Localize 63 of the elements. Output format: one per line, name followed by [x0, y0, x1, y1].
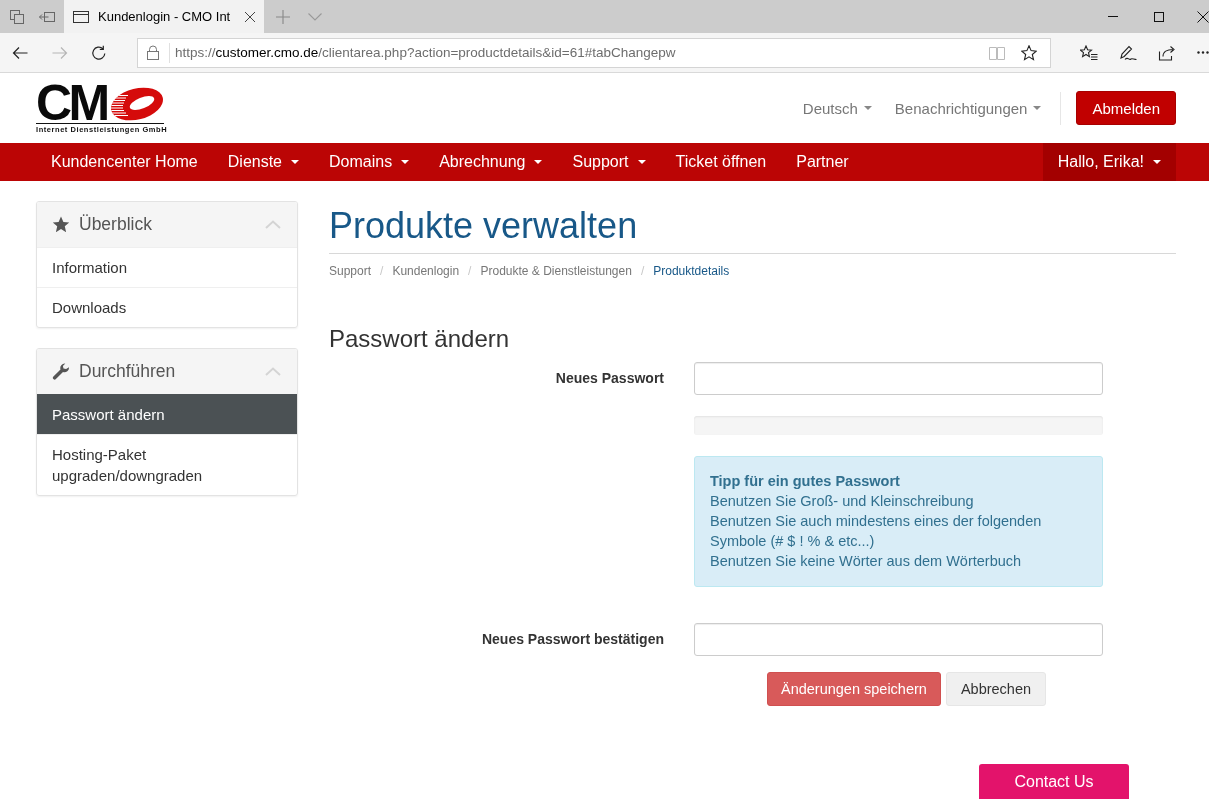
- tab-preview-icon[interactable]: [9, 8, 25, 25]
- tip-text: Benutzen Sie auch mindestens eines der folgenden Symbole (# $ ! % & etc...): [710, 512, 1043, 551]
- caret-icon: [1153, 160, 1161, 164]
- header-dropdown[interactable]: Deutsch: [802, 99, 872, 117]
- account-menu[interactable]: Hallo, Erika!: [1042, 143, 1176, 181]
- confirm-password-field[interactable]: [694, 623, 1103, 656]
- sidebar-item[interactable]: Passwort ändern: [37, 394, 297, 434]
- sidebar-item[interactable]: Downloads: [37, 287, 297, 327]
- maximize-icon[interactable]: [1154, 11, 1164, 22]
- field-label: Neues Passwort: [554, 369, 664, 388]
- panel-heading[interactable]: Durchführen: [37, 349, 297, 394]
- page-icon: [73, 8, 89, 25]
- more-dots-icon[interactable]: [1197, 51, 1209, 54]
- lock-icon: [147, 45, 159, 60]
- page-title: Produkte verwalten: [329, 206, 1176, 254]
- caret-icon: [534, 160, 543, 164]
- sidebar-item[interactable]: Hosting-Paket upgraden/downgraden: [37, 434, 297, 495]
- breadcrumb-separator: /: [639, 263, 646, 279]
- sidebar-item[interactable]: Information: [37, 247, 297, 287]
- password-field[interactable]: [694, 362, 1103, 395]
- browser-tab[interactable]: Kundenlogin - CMO Int: [64, 0, 264, 33]
- logout-button[interactable]: Abmelden: [1076, 91, 1176, 125]
- breadcrumb-link[interactable]: Support: [329, 263, 372, 279]
- logo-wordmark: CM: [36, 83, 107, 122]
- caret-icon: [401, 160, 410, 164]
- nav-link[interactable]: Partner: [781, 143, 864, 181]
- breadcrumb-current: Produktdetails: [653, 263, 730, 279]
- tip-text: Benutzen Sie Groß- und Kleinschreibung: [710, 492, 975, 511]
- nav-link[interactable]: Abrechnung: [424, 143, 558, 181]
- close-tab-icon[interactable]: [244, 10, 256, 23]
- breadcrumb-link[interactable]: Produkte & Dienstleistungen: [480, 263, 632, 279]
- cancel-button[interactable]: Abbrechen: [945, 672, 1047, 706]
- caret-icon: [291, 160, 299, 164]
- star-icon: [52, 216, 70, 233]
- panel-heading[interactable]: Überblick: [37, 202, 297, 247]
- contact-button[interactable]: Contact Us: [979, 764, 1129, 799]
- close-window-icon[interactable]: [1197, 10, 1209, 23]
- header-dropdown[interactable]: Benachrichtigungen: [894, 99, 1042, 117]
- share-icon[interactable]: [1158, 44, 1176, 61]
- breadcrumb-link[interactable]: Kundenlogin: [392, 263, 460, 279]
- save-button[interactable]: Änderungen speichern: [766, 672, 941, 706]
- pen-icon[interactable]: [1119, 44, 1137, 61]
- favorites-list-icon[interactable]: [1080, 44, 1098, 61]
- nav-link[interactable]: Dienste: [212, 143, 314, 181]
- nav-link[interactable]: Kundencenter Home: [36, 143, 213, 181]
- breadcrumb-separator: /: [379, 263, 385, 279]
- section-title: Passwort ändern: [329, 324, 511, 354]
- address-field[interactable]: https://customer.cmo.de/clientarea.php?action=productdetails&id=61#tabChangepw: [137, 37, 1051, 68]
- breadcrumb-separator: /: [467, 263, 473, 279]
- caret-icon: [637, 160, 646, 164]
- back-arrow-icon[interactable]: [12, 44, 28, 61]
- favorite-star-icon[interactable]: [1021, 44, 1037, 61]
- tip-text: Benutzen Sie keine Wörter aus dem Wörterbuch: [710, 552, 1023, 571]
- nav-link[interactable]: Domains: [314, 143, 425, 181]
- reading-view-icon: [989, 45, 1005, 60]
- nav-link[interactable]: Ticket öffnen: [660, 143, 782, 181]
- field-label: Neues Passwort bestätigen: [480, 630, 664, 649]
- caret-icon: [863, 106, 872, 110]
- caret-icon: [1033, 106, 1042, 110]
- tip-title: Tipp für ein gutes Passwort: [710, 472, 901, 491]
- wrench-icon: [52, 363, 70, 380]
- nav-link[interactable]: Support: [557, 143, 661, 181]
- refresh-icon[interactable]: [91, 44, 107, 61]
